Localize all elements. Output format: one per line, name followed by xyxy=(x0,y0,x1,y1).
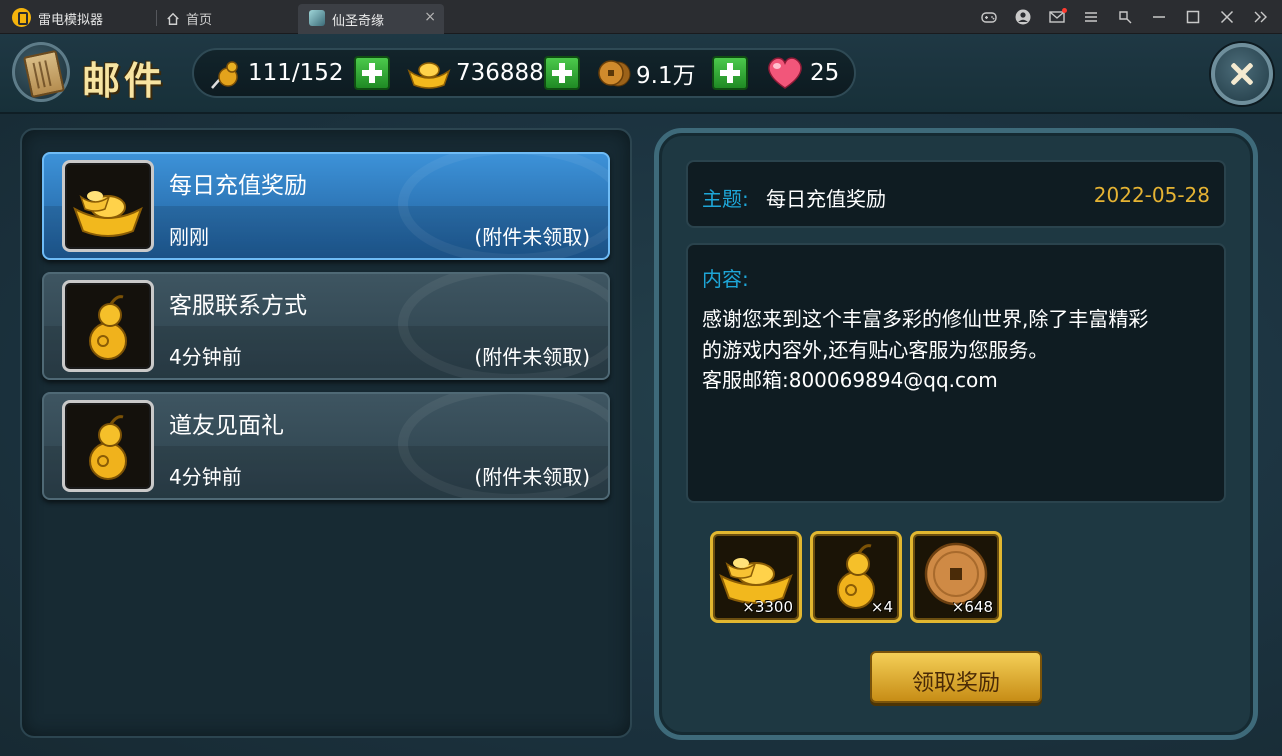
titlebar-divider xyxy=(156,10,157,26)
golden-gourd-icon xyxy=(62,400,154,492)
reward-slot[interactable]: ×648 xyxy=(910,531,1002,623)
claim-reward-label: 领取奖励 xyxy=(911,671,1000,696)
mail-item[interactable]: 客服联系方式 4分钟前 (附件未领取) xyxy=(42,272,610,380)
content-line: 感谢您来到这个丰富多彩的修仙世界,除了丰富精彩 xyxy=(702,307,1149,331)
game-screen: 邮件 111/152 736888 9.1万 25 每日充值奖励 刚刚 (附件未… xyxy=(0,34,1282,756)
heart-icon xyxy=(764,55,806,91)
gamepad-icon[interactable] xyxy=(978,6,1000,28)
mail-attachment-status: (附件未领取) xyxy=(474,345,590,369)
tab-home-label: 首页 xyxy=(186,13,213,28)
gold-ingot-icon xyxy=(406,55,452,91)
mail-time: 4分钟前 xyxy=(169,345,242,369)
mail-title: 客服联系方式 xyxy=(169,293,307,319)
notification-dot xyxy=(1062,8,1067,13)
home-icon xyxy=(167,12,179,25)
tab-close-icon[interactable]: × xyxy=(424,9,436,25)
mail-time: 刚刚 xyxy=(169,225,209,249)
tab-home[interactable]: 首页 xyxy=(166,9,212,28)
resource-stamina: 111/152 xyxy=(208,50,344,96)
user-avatar-icon[interactable] xyxy=(1012,6,1034,28)
resource-coin: 9.1万 xyxy=(596,50,696,96)
mail-title: 每日充值奖励 xyxy=(169,173,307,199)
resource-heart: 25 xyxy=(764,50,839,96)
resource-gold: 736888 xyxy=(406,50,544,96)
content-line: 的游戏内容外,还有贴心客服为您服务。 xyxy=(702,338,1049,362)
mail-notification-icon[interactable] xyxy=(1046,6,1068,28)
content-line: 客服邮箱:800069894@qq.com xyxy=(702,368,998,392)
mail-title: 道友见面礼 xyxy=(169,413,284,439)
menu-icon[interactable] xyxy=(1080,6,1102,28)
reward-count: ×3300 xyxy=(742,598,793,616)
mail-header-bar: 邮件 111/152 736888 9.1万 25 xyxy=(0,34,1282,114)
stamina-value: 111/152 xyxy=(248,60,344,86)
mail-time: 4分钟前 xyxy=(169,465,242,489)
heart-value: 25 xyxy=(810,60,840,86)
subject-label: 主题: xyxy=(702,187,749,211)
copper-coin-icon xyxy=(596,55,632,91)
close-window-icon[interactable] xyxy=(1216,6,1238,28)
tab-game[interactable]: 仙圣奇缘 × xyxy=(298,4,444,34)
mail-date: 2022-05-28 xyxy=(1093,183,1210,207)
mail-attachment-status: (附件未领取) xyxy=(474,225,590,249)
add-gold-button[interactable] xyxy=(544,56,580,90)
resource-bar: 111/152 736888 9.1万 25 xyxy=(192,48,856,98)
add-stamina-button[interactable] xyxy=(354,56,390,90)
gold-value: 736888 xyxy=(456,60,544,86)
claim-reward-button[interactable]: 领取奖励 xyxy=(870,651,1042,703)
subject-text: 每日充值奖励 xyxy=(766,187,886,211)
golden-gourd-icon xyxy=(62,280,154,372)
reward-slot[interactable]: ×3300 xyxy=(710,531,802,623)
maximize-icon[interactable] xyxy=(1182,6,1204,28)
mail-emblem xyxy=(12,42,70,102)
window-mode-icon[interactable] xyxy=(1114,6,1136,28)
content-box: 内容: 感谢您来到这个丰富多彩的修仙世界,除了丰富精彩 的游戏内容外,还有贴心客… xyxy=(686,243,1226,503)
gourd-stamina-icon xyxy=(208,55,244,91)
page-title: 邮件 xyxy=(82,59,167,103)
mail-scroll-icon xyxy=(23,49,65,99)
subject-box: 主题: 每日充值奖励 2022-05-28 xyxy=(686,160,1226,228)
mail-list-panel: 每日充值奖励 刚刚 (附件未领取) 客服联系方式 4分钟前 (附件未领取) 道友… xyxy=(20,128,632,738)
content-label: 内容: xyxy=(702,267,749,291)
mail-item[interactable]: 每日充值奖励 刚刚 (附件未领取) xyxy=(42,152,610,260)
add-coin-button[interactable] xyxy=(712,56,748,90)
reward-count: ×4 xyxy=(870,598,893,616)
reward-slot[interactable]: ×4 xyxy=(810,531,902,623)
minimize-icon[interactable] xyxy=(1148,6,1170,28)
mail-attachment-status: (附件未领取) xyxy=(474,465,590,489)
gold-ingot-icon xyxy=(62,160,154,252)
mail-item[interactable]: 道友见面礼 4分钟前 (附件未领取) xyxy=(42,392,610,500)
emulator-app-name: 雷电模拟器 xyxy=(38,13,104,28)
coin-value: 9.1万 xyxy=(636,63,696,89)
game-thumbnail-icon xyxy=(309,10,325,26)
tab-game-label: 仙圣奇缘 xyxy=(332,14,385,29)
reward-count: ×648 xyxy=(951,598,993,616)
sidebar-expand-icon[interactable] xyxy=(1250,6,1272,28)
close-mail-button[interactable] xyxy=(1211,43,1273,105)
emulator-logo-icon xyxy=(12,8,31,27)
emulator-titlebar: 雷电模拟器 首页 仙圣奇缘 × xyxy=(0,0,1282,34)
titlebar-controls xyxy=(978,6,1272,28)
